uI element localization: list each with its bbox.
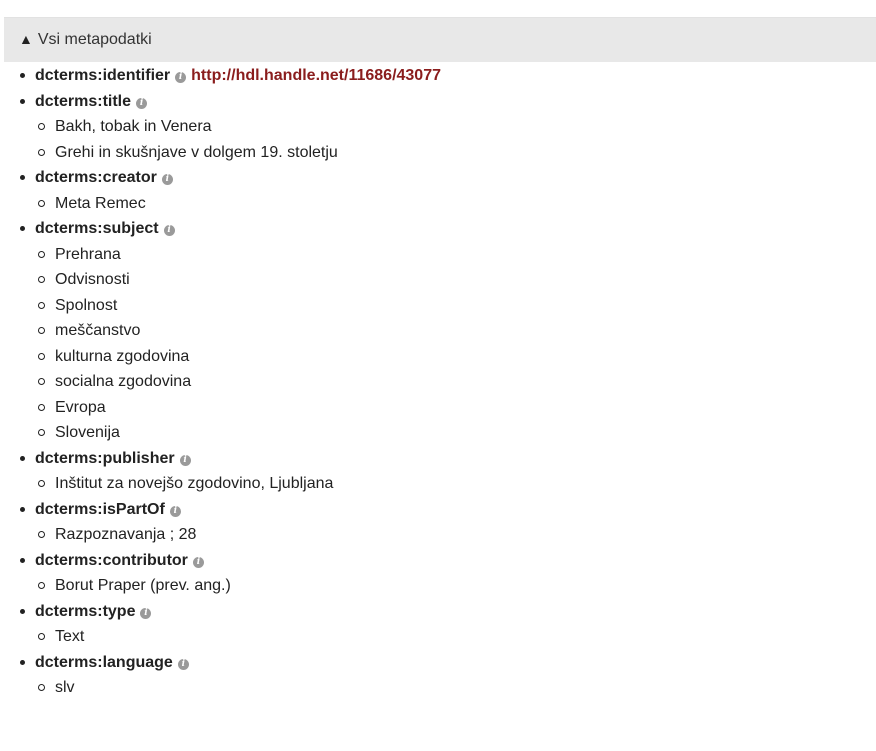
value-list: Razpoznavanja ; 28 xyxy=(35,522,872,548)
field-value: Borut Praper (prev. ang.) xyxy=(35,573,872,599)
field-name: dcterms:isPartOf xyxy=(35,500,165,518)
value-list: Inštitut za novejšo zgodovino, Ljubljana xyxy=(35,471,872,497)
metadata-list: dcterms:identifier i http://hdl.handle.net… xyxy=(0,63,872,701)
field-value: Spolnost xyxy=(35,293,872,319)
field-name: dcterms:language xyxy=(35,653,173,671)
field-row: dcterms:identifier i http://hdl.handle.net… xyxy=(35,63,872,89)
field-value: kulturna zgodovina xyxy=(35,344,872,370)
metadata-field: dcterms:creator i Meta Remec xyxy=(0,165,872,216)
info-icon[interactable]: i xyxy=(136,97,148,109)
field-value: Evropa xyxy=(35,395,872,421)
info-icon[interactable]: i xyxy=(161,174,173,185)
field-row: dcterms:language i xyxy=(35,650,872,676)
metadata-panel-toggle[interactable]: ▲ Vsi metapodatki xyxy=(4,17,876,62)
field-name: dcterms:subject xyxy=(35,220,159,237)
metadata-field: dcterms:title i Bakh, tobak in Venera Grehi… xyxy=(0,89,872,166)
info-icon[interactable]: i xyxy=(192,556,204,568)
field-value: Bakh, tobak in Venera xyxy=(35,114,872,140)
value-list: slv xyxy=(35,675,872,701)
field-value: socialna zgodovina xyxy=(35,369,872,395)
field-value: Razpoznavanja ; 28 xyxy=(35,522,872,548)
info-icon[interactable]: i xyxy=(177,658,189,670)
metadata-field: dcterms:language i slv xyxy=(0,650,872,701)
panel-title: Vsi metapodatki xyxy=(37,31,152,48)
field-row: dcterms:subject i xyxy=(35,216,872,242)
metadata-field: dcterms:type i Text xyxy=(0,599,872,650)
value-list: Prehrana Odvisnosti Spolnost meščanstvo kult… xyxy=(35,242,872,446)
field-row: dcterms:creator i xyxy=(35,165,872,191)
value-list: Bakh, tobak in Venera Grehi in skušnjave … xyxy=(35,114,872,165)
value-list: Text xyxy=(35,624,872,650)
metadata-panel: ▲ Vsi metapodatki xyxy=(4,17,876,62)
field-value: Odvisnosti xyxy=(35,267,872,293)
metadata-field: dcterms:subject i Prehrana Odvisnosti Spolno… xyxy=(0,216,872,446)
field-name: dcterms:title xyxy=(35,92,132,110)
info-icon[interactable]: i xyxy=(169,505,181,517)
metadata-field: dcterms:publisher i Inštitut za novejšo zg… xyxy=(0,446,872,497)
info-icon[interactable]: i xyxy=(175,72,187,83)
value-list: Meta Remec xyxy=(35,191,872,217)
field-value: Inštitut za novejšo zgodovino, Ljubljana xyxy=(35,471,872,497)
field-name: dcterms:creator xyxy=(35,169,157,186)
caret-up-icon: ▲ xyxy=(19,31,33,47)
field-row: dcterms:title i xyxy=(35,89,872,115)
field-value: Text xyxy=(35,624,872,650)
field-row: dcterms:isPartOf i xyxy=(35,497,872,523)
field-value: Prehrana xyxy=(35,242,872,268)
field-value: Grehi in skušnjave v dolgem 19. stoletju xyxy=(35,140,872,166)
field-row: dcterms:publisher i xyxy=(35,446,872,472)
field-name: dcterms:contributor xyxy=(35,551,188,569)
field-value: Slovenija xyxy=(35,420,872,446)
field-name: dcterms:identifier xyxy=(35,67,171,84)
metadata-field: dcterms:contributor i Borut Praper (prev. … xyxy=(0,548,872,599)
field-value: slv xyxy=(35,675,872,701)
field-value: meščanstvo xyxy=(35,318,872,344)
info-icon[interactable]: i xyxy=(179,454,191,466)
field-value: Meta Remec xyxy=(35,191,872,217)
value-list: Borut Praper (prev. ang.) xyxy=(35,573,872,599)
field-name: dcterms:publisher xyxy=(35,449,175,467)
metadata-field: dcterms:identifier i http://hdl.handle.net… xyxy=(0,63,872,89)
info-icon[interactable]: i xyxy=(163,225,175,236)
info-icon[interactable]: i xyxy=(140,607,152,619)
field-name: dcterms:type xyxy=(35,602,136,620)
field-row: dcterms:type i xyxy=(35,599,872,625)
field-row: dcterms:contributor i xyxy=(35,548,872,574)
identifier-link[interactable]: http://hdl.handle.net/11686/43077 xyxy=(191,67,441,84)
metadata-field: dcterms:isPartOf i Razpoznavanja ; 28 xyxy=(0,497,872,548)
